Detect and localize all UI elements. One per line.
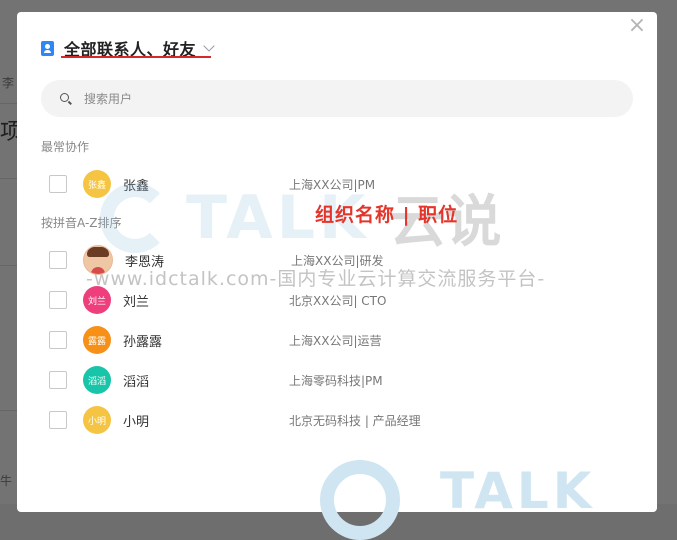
- contact-checkbox[interactable]: [49, 251, 67, 269]
- avatar-initials: 小明: [87, 416, 106, 427]
- contact-name: 李恩涛: [125, 254, 165, 270]
- contact-checkbox[interactable]: [49, 291, 67, 309]
- avatar: 露露: [83, 326, 111, 354]
- section-label-alphabetical: 按拼音A-Z排序: [41, 216, 122, 230]
- avatar-initials: 滔滔: [87, 376, 106, 387]
- watermark-ring-icon: [320, 460, 400, 540]
- contact-checkbox[interactable]: [49, 411, 67, 429]
- contact-row[interactable]: 刘兰 刘兰 北京XX公司| CTO: [49, 284, 629, 316]
- contact-org-position: 北京无码科技 | 产品经理: [289, 413, 421, 428]
- contact-name: 小明: [123, 414, 150, 430]
- background-divider: [0, 265, 18, 266]
- chevron-down-icon[interactable]: [203, 40, 215, 52]
- avatar-photo: [83, 245, 113, 275]
- contact-name: 刘兰: [123, 294, 150, 310]
- background-divider: [0, 103, 18, 104]
- annotation-caption: 组织名称 | 职位: [315, 204, 459, 226]
- search-input[interactable]: [82, 90, 586, 107]
- background-text-fragment: 李: [2, 76, 15, 90]
- contacts-book-icon: [41, 40, 54, 56]
- contact-row[interactable]: 小明 小明 北京无码科技 | 产品经理: [49, 404, 629, 436]
- title-highlight-underline: [61, 56, 211, 58]
- contact-checkbox[interactable]: [49, 371, 67, 389]
- avatar-initials: 刘兰: [87, 296, 106, 307]
- contact-row[interactable]: 滔滔 滔滔 上海零码科技|PM: [49, 364, 629, 396]
- search-box[interactable]: [41, 80, 633, 117]
- contact-org-position: 上海XX公司|研发: [291, 253, 384, 268]
- close-button[interactable]: ×: [627, 13, 647, 38]
- watermark-talk-text: TALK: [440, 462, 596, 520]
- avatar-initials: 张鑫: [87, 180, 106, 191]
- contact-row[interactable]: 露露 孙露露 上海XX公司|运营: [49, 324, 629, 356]
- contact-org-position: 上海XX公司|PM: [289, 177, 376, 192]
- avatar: 刘兰: [83, 286, 111, 314]
- section-label-frequent: 最常协作: [41, 140, 90, 154]
- contact-name: 张鑫: [123, 178, 150, 194]
- avatar: 张鑫: [83, 170, 111, 198]
- avatar-initials: 露露: [87, 336, 106, 347]
- search-icon: [60, 93, 71, 104]
- contact-name: 孙露露: [123, 334, 163, 350]
- contact-checkbox[interactable]: [49, 331, 67, 349]
- avatar: 小明: [83, 406, 111, 434]
- contact-org-position: 北京XX公司| CTO: [289, 293, 387, 308]
- background-divider: [0, 178, 18, 179]
- contact-picker-dialog: × 全部联系人、好友 最常协作 张鑫 张鑫 上海XX公司|PM 按拼音A-Z排序…: [17, 12, 657, 512]
- contact-org-position: 上海零码科技|PM: [289, 373, 383, 388]
- close-icon: ×: [627, 13, 647, 38]
- contact-row[interactable]: 张鑫 张鑫 上海XX公司|PM: [49, 168, 629, 200]
- contact-checkbox[interactable]: [49, 175, 67, 193]
- contact-org-position: 上海XX公司|运营: [289, 333, 382, 348]
- background-divider: [0, 410, 18, 411]
- contact-name: 滔滔: [123, 374, 150, 390]
- background-text-fragment: 牛: [0, 474, 13, 488]
- contact-row[interactable]: 李恩涛 上海XX公司|研发: [49, 244, 629, 276]
- avatar: 滔滔: [83, 366, 111, 394]
